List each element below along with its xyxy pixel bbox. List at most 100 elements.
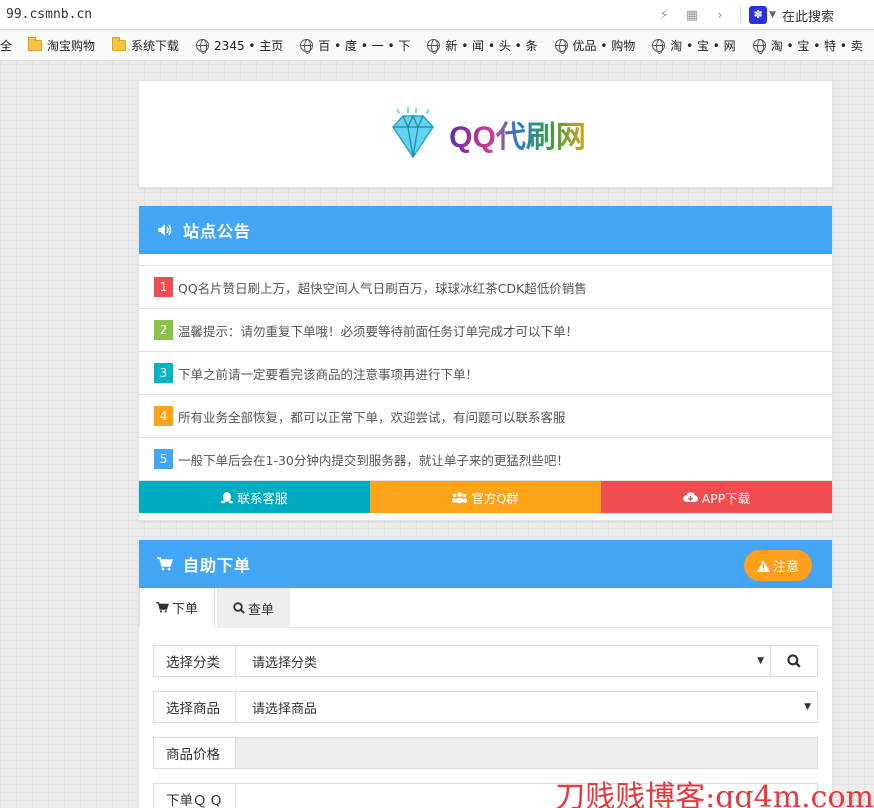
globe-icon	[300, 39, 314, 54]
bookmark-label: 新 • 闻 • 头 • 条	[445, 39, 538, 53]
button-label: 官方Q群	[471, 490, 519, 506]
bookmark-label: 百 • 度 • 一 • 下	[318, 39, 411, 53]
list-item: 4 所有业务全部恢复，都可以正常下单，欢迎尝试，有问题可以联系客服	[139, 395, 832, 438]
bookmark-label: 全	[0, 39, 13, 53]
lightning-icon[interactable]: ⚡	[650, 8, 678, 23]
notice-title: 站点公告	[183, 222, 252, 241]
baidu-paw-icon[interactable]: ✽	[749, 6, 768, 24]
chevron-down-icon: ▼	[757, 656, 764, 666]
chevron-right-icon[interactable]: ›	[706, 8, 734, 23]
qr-code-icon[interactable]: ▦	[678, 8, 706, 23]
bookmark-item[interactable]: 优品 • 购物	[554, 37, 636, 54]
cart-icon	[156, 602, 169, 613]
notice-text: 下单之前请一定要看完该商品的注意事项再进行下单！	[178, 366, 479, 382]
notice-text: QQ名片赞日刷上万，超快空间人气日刷百万，球球冰红茶CDK超低价销售	[178, 280, 587, 296]
globe-icon	[554, 39, 568, 54]
chevron-down-icon[interactable]: ▼	[769, 10, 776, 20]
bookmark-label: 淘宝购物	[47, 39, 96, 53]
number-badge: 5	[154, 449, 173, 469]
bookmark-item[interactable]: 淘宝购物	[28, 37, 95, 54]
users-icon	[452, 492, 468, 503]
order-tabs: 下单 查单	[139, 588, 832, 628]
product-row: 选择商品 请选择商品 ▼	[153, 691, 818, 723]
bookmark-item[interactable]: 全	[0, 37, 12, 54]
logo-text: QQ代刷网	[449, 112, 586, 156]
order-title: 自助下单	[183, 556, 252, 575]
watermark-text: 刀贱贱博客:qq4m.com	[555, 780, 874, 808]
order-header: 自助下单 注意	[139, 540, 832, 588]
search-icon	[233, 602, 245, 614]
number-badge: 2	[154, 320, 173, 340]
notice-text: 所有业务全部恢复，都可以正常下单，欢迎尝试，有问题可以联系客服	[178, 409, 566, 425]
search-icon	[787, 654, 801, 668]
list-item: 1 QQ名片赞日刷上万，超快空间人气日刷百万，球球冰红茶CDK超低价销售	[139, 266, 832, 309]
price-field	[236, 738, 817, 768]
notice-warning-button[interactable]: 注意	[743, 550, 812, 581]
bookmark-item[interactable]: 2345 • 主页	[196, 37, 283, 54]
url-field[interactable]: 99.csmnb.cn	[0, 7, 92, 22]
globe-icon	[652, 39, 666, 54]
bookmarks-bar: 全 淘宝购物 系统下载 2345 • 主页 百 • 度 • 一 • 下 新 • …	[0, 31, 874, 61]
number-badge: 4	[154, 406, 173, 426]
category-label: 选择分类	[154, 646, 236, 676]
warning-label: 注意	[772, 560, 799, 575]
official-group-button[interactable]: 官方Q群	[370, 481, 601, 513]
logo-card: QQ代刷网	[138, 80, 833, 188]
tab-label: 下单	[172, 602, 199, 617]
category-select[interactable]: 请选择分类 ▼	[236, 646, 770, 676]
globe-icon	[196, 39, 210, 54]
tab-query-order[interactable]: 查单	[217, 588, 291, 628]
address-bar-tools: ⚡ ▦ › ✽ ▼ 在此搜索	[650, 0, 874, 30]
folder-icon	[112, 37, 127, 51]
browser-search-input[interactable]: 在此搜索	[782, 6, 874, 25]
bookmark-label: 系统下载	[131, 39, 180, 53]
bookmark-label: 淘 • 宝 • 特 • 卖	[770, 39, 863, 53]
qq-penguin-icon	[221, 491, 234, 503]
tab-place-order[interactable]: 下单	[139, 588, 216, 628]
product-value: 请选择商品	[252, 701, 318, 717]
cloud-download-icon	[682, 492, 698, 503]
bookmark-item[interactable]: 百 • 度 • 一 • 下	[300, 37, 410, 54]
button-label: 联系客服	[237, 490, 288, 506]
bookmark-label: 淘 • 宝 • 网	[670, 39, 736, 53]
product-select[interactable]: 请选择商品 ▼	[236, 692, 817, 722]
bookmark-item[interactable]: 新 • 闻 • 头 • 条	[427, 37, 538, 54]
category-search-button[interactable]	[770, 646, 817, 676]
price-row: 商品价格	[153, 737, 818, 769]
product-label: 选择商品	[154, 692, 236, 722]
bookmark-label: 优品 • 购物	[572, 39, 636, 53]
list-item: 5 一般下单后会在1-30分钟内提交到服务器，就让单子来的更猛烈些吧！	[139, 438, 832, 481]
order-panel: 自助下单 注意 下单 查单 选择分类 请选择分类 ▼ 选择商品 请选择商品 ▼	[138, 539, 833, 808]
list-item: 2 温馨提示：请勿重复下单哦！必须要等待前面任务订单完成才可以下单！	[139, 309, 832, 352]
number-badge: 3	[154, 363, 173, 383]
contact-support-button[interactable]: 联系客服	[139, 481, 370, 513]
globe-icon	[427, 39, 441, 54]
list-item: 3 下单之前请一定要看完该商品的注意事项再进行下单！	[139, 352, 832, 395]
number-badge: 1	[154, 277, 173, 297]
app-download-button[interactable]: APP下载	[601, 481, 832, 513]
folder-icon	[28, 37, 43, 51]
cart-icon	[157, 557, 173, 571]
price-label: 商品价格	[154, 738, 236, 768]
category-value: 请选择分类	[252, 655, 318, 671]
notice-action-row: 联系客服 官方Q群 APP下载	[139, 481, 832, 513]
notice-header: 站点公告	[139, 206, 832, 254]
notice-list: 1 QQ名片赞日刷上万，超快空间人气日刷百万，球球冰红茶CDK超低价销售 2 温…	[139, 265, 832, 481]
divider	[740, 6, 742, 24]
notice-text: 一般下单后会在1-30分钟内提交到服务器，就让单子来的更猛烈些吧！	[178, 452, 569, 468]
warning-icon	[756, 559, 770, 572]
bookmark-item[interactable]: 淘 • 宝 • 网	[652, 37, 736, 54]
globe-icon	[752, 39, 766, 54]
bookmark-item[interactable]: 系统下载	[112, 37, 179, 54]
category-row: 选择分类 请选择分类 ▼	[153, 645, 818, 677]
bookmark-label: 2345 • 主页	[214, 39, 284, 53]
chevron-down-icon: ▼	[804, 702, 811, 712]
notice-text: 温馨提示：请勿重复下单哦！必须要等待前面任务订单完成才可以下单！	[178, 323, 579, 339]
notice-panel: 站点公告 1 QQ名片赞日刷上万，超快空间人气日刷百万，球球冰红茶CDK超低价销…	[138, 205, 833, 521]
tab-label: 查单	[248, 602, 275, 618]
diamond-icon	[392, 107, 435, 159]
button-label: APP下载	[701, 490, 751, 506]
bookmark-item[interactable]: 淘 • 宝 • 特 • 卖	[752, 37, 863, 54]
qq-label: 下单Ｑ Q	[154, 784, 236, 808]
volume-icon	[158, 224, 172, 236]
